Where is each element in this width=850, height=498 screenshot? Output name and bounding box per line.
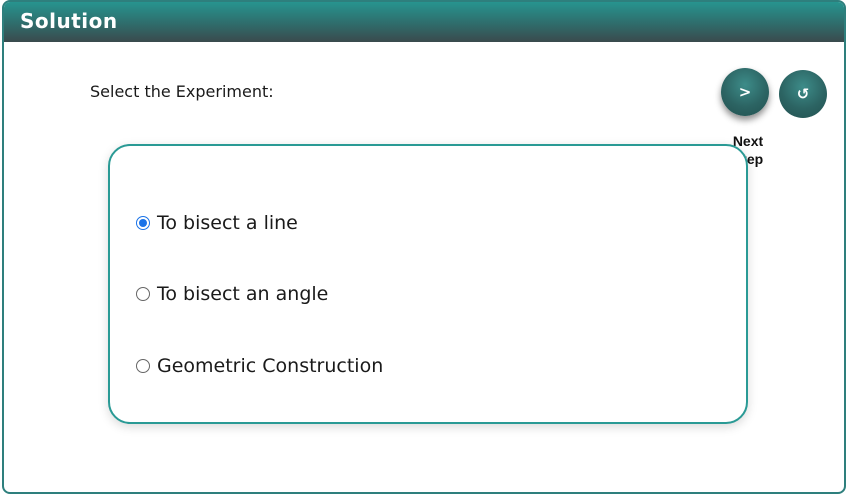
experiment-prompt: Select the Experiment: — [90, 82, 274, 101]
option-bisect-angle[interactable]: To bisect an angle — [136, 283, 328, 305]
panel-header: Solution — [4, 2, 844, 42]
option-label: To bisect an angle — [157, 283, 329, 305]
radio-bisect-angle[interactable] — [136, 287, 150, 301]
reset-button[interactable]: ↺ — [779, 70, 827, 118]
reset-icon: ↺ — [796, 85, 810, 103]
option-label: Geometric Construction — [157, 355, 384, 377]
solution-panel: Solution Select the Experiment: > ↺ Next… — [2, 0, 846, 494]
option-geometric-construction[interactable]: Geometric Construction — [136, 355, 383, 377]
experiment-options-box: To bisect a line To bisect an angle Geom… — [108, 144, 748, 424]
option-label: To bisect a line — [157, 212, 298, 234]
radio-bisect-line[interactable] — [136, 216, 150, 230]
radio-geometric-construction[interactable] — [136, 359, 150, 373]
next-arrow-icon: > — [738, 83, 752, 101]
next-step-button[interactable]: > — [721, 68, 769, 116]
option-bisect-line[interactable]: To bisect a line — [136, 212, 298, 234]
panel-title: Solution — [20, 9, 118, 33]
